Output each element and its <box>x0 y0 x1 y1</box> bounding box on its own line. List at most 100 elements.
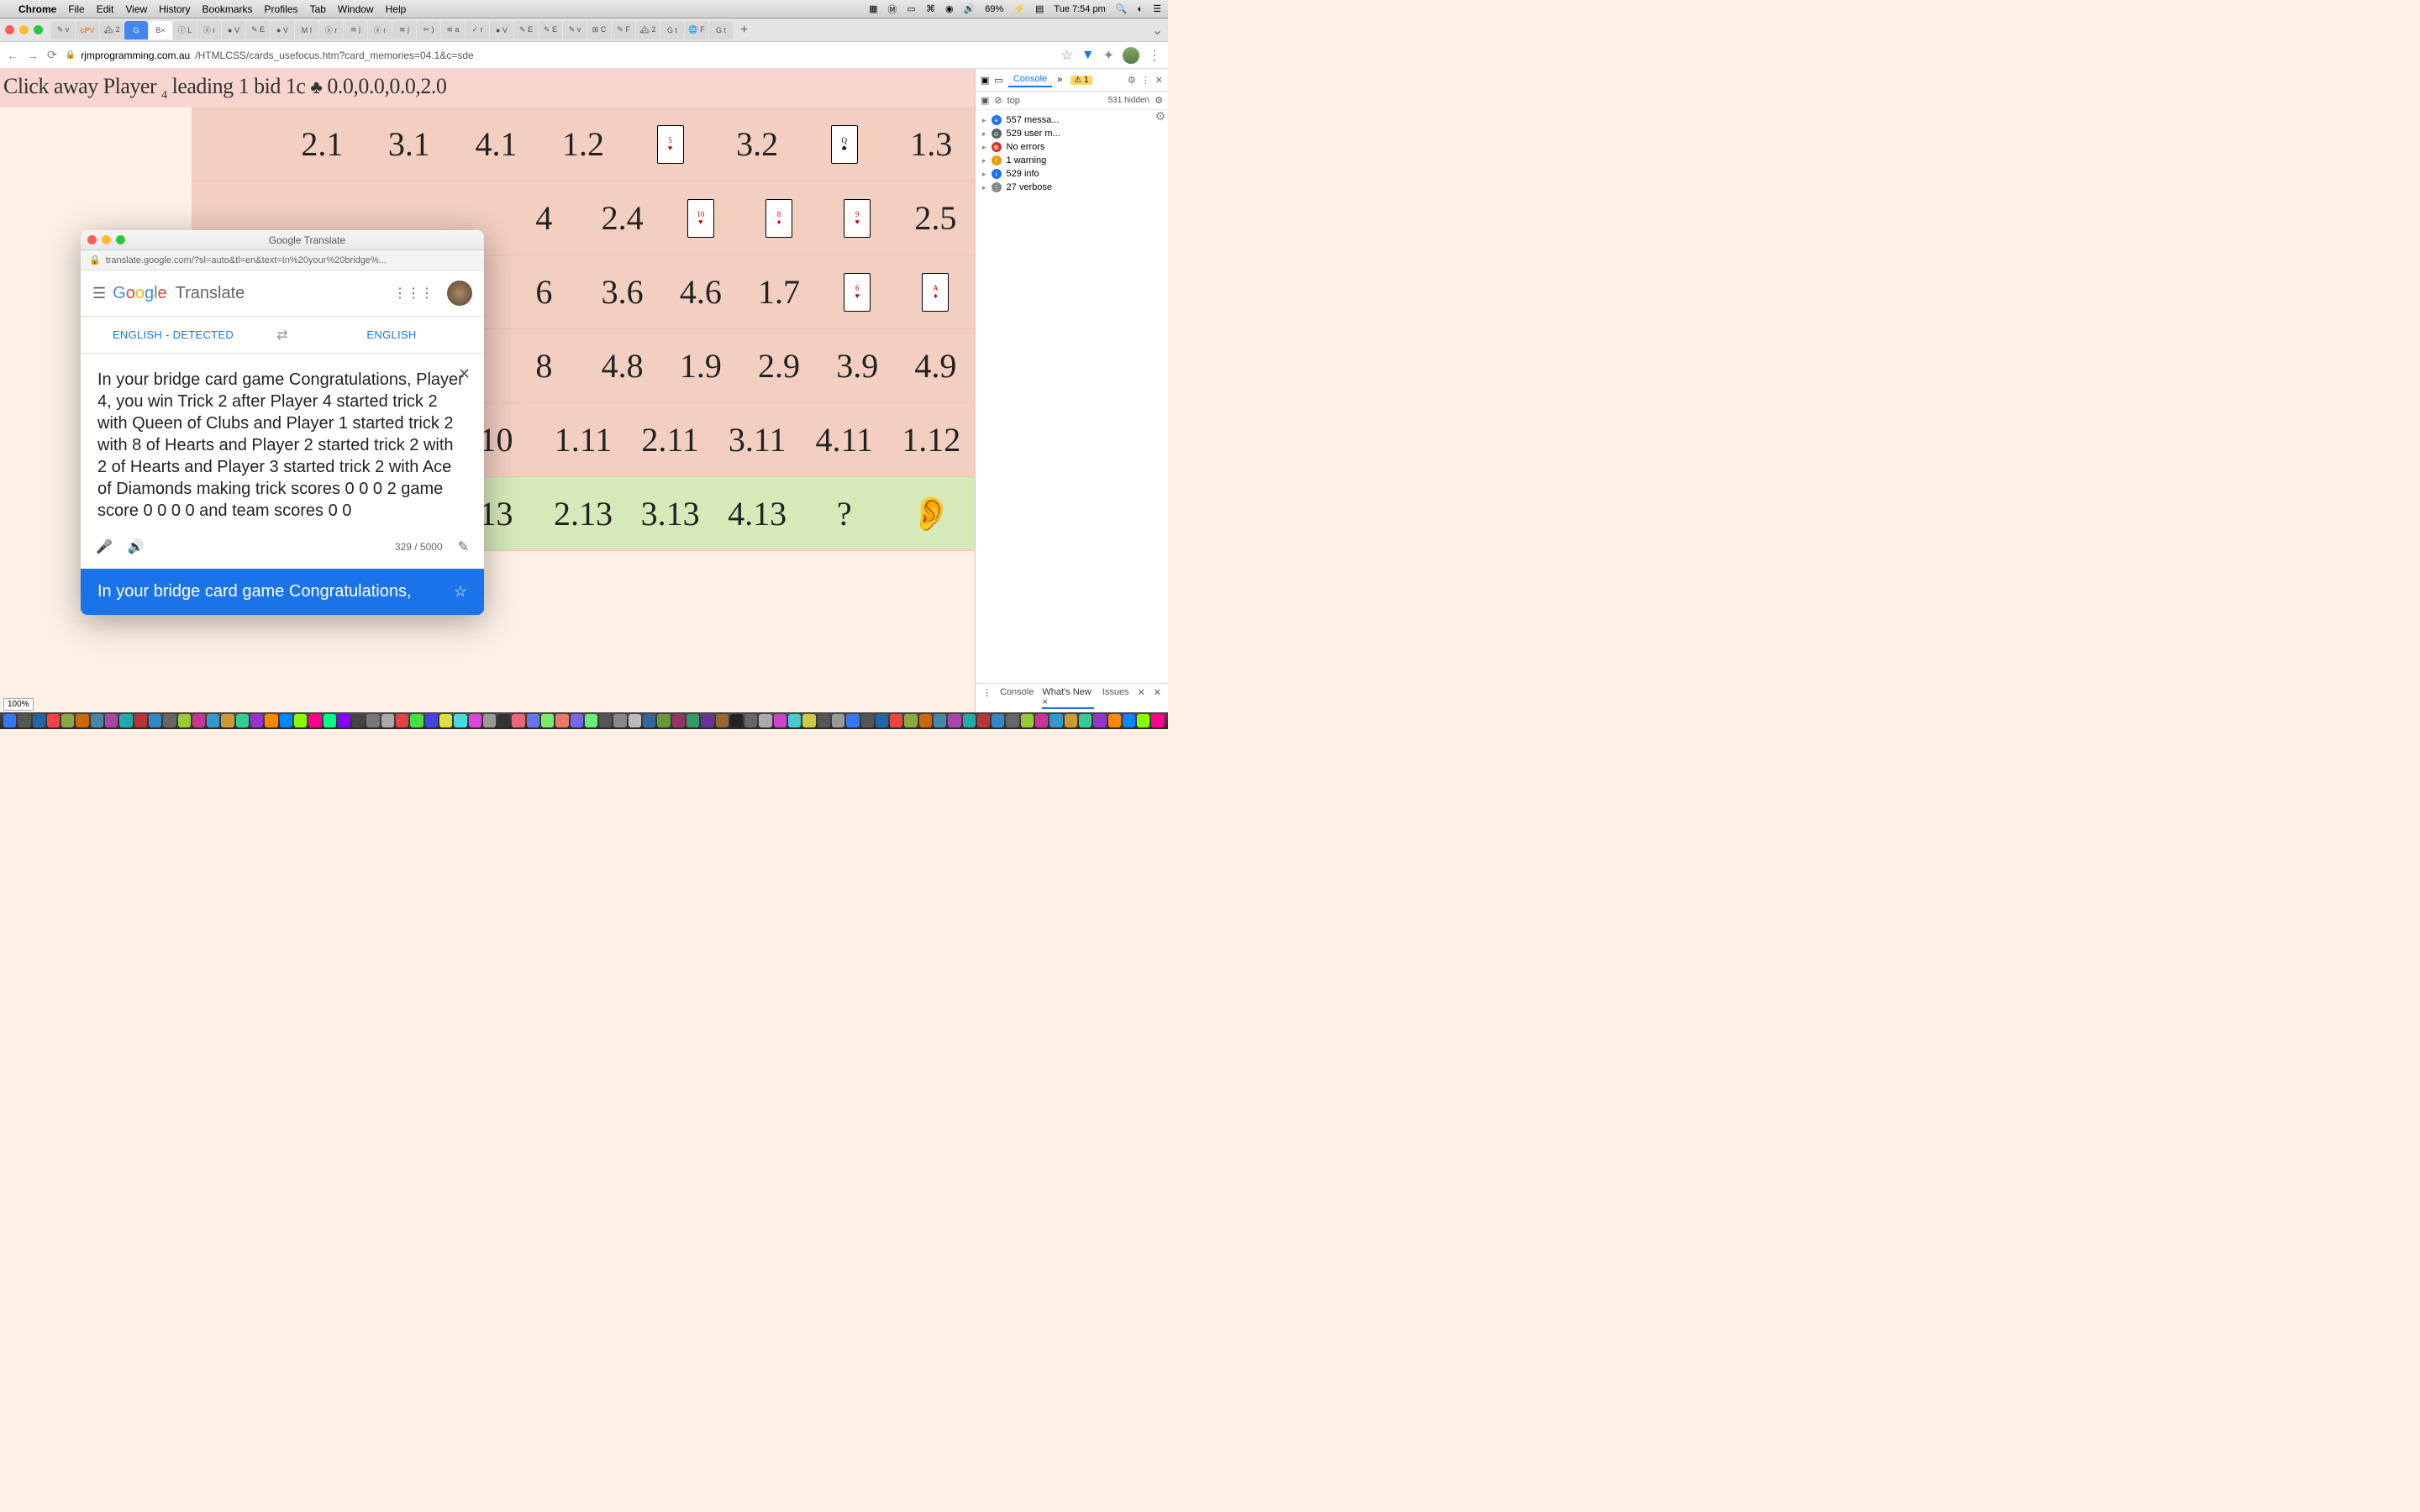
grid-cell[interactable]: 4.1 <box>453 124 540 164</box>
console-filter-row[interactable]: ▸☺529 user m... <box>976 127 1168 140</box>
grid-cell-value[interactable]: 3.13 <box>641 494 700 533</box>
dock-app-icon[interactable] <box>774 714 786 727</box>
grid-cell-value[interactable]: 2.5 <box>914 198 956 238</box>
grid-cell-value[interactable]: 4.6 <box>680 272 722 312</box>
device-icon[interactable]: ▭ <box>994 75 1002 86</box>
dock-app-icon[interactable] <box>308 714 321 727</box>
dock-app-icon[interactable] <box>469 714 481 727</box>
zoom-window[interactable] <box>34 25 43 34</box>
popup-close[interactable] <box>87 235 97 244</box>
browser-tab[interactable]: ✎ E <box>539 21 562 39</box>
grid-cell-value[interactable]: 1.2 <box>562 124 604 164</box>
grid-cell[interactable]: 8♦ <box>739 199 818 238</box>
grid-cell[interactable]: 2.9 <box>739 346 818 386</box>
dock-app-icon[interactable] <box>788 714 801 727</box>
dock-app-icon[interactable] <box>221 714 234 727</box>
browser-tab[interactable]: 🏔 2 <box>100 21 124 39</box>
dock-app-icon[interactable] <box>1137 714 1150 727</box>
browser-tab[interactable]: ✓ r <box>466 21 489 39</box>
grid-cell[interactable]: 4.6 <box>661 272 739 312</box>
grid-cell[interactable]: 3.1 <box>366 124 453 164</box>
browser-tab[interactable]: ✎ E <box>246 21 270 39</box>
dock-app-icon[interactable] <box>629 714 641 727</box>
menu-profiles[interactable]: Profiles <box>265 3 298 15</box>
grid-cell[interactable]: 3.13 <box>627 494 714 533</box>
dock-app-icon[interactable] <box>366 714 379 727</box>
dock-app-icon[interactable] <box>759 714 771 727</box>
menu-file[interactable]: File <box>68 3 84 15</box>
close-window[interactable] <box>5 25 14 34</box>
dock-app-icon[interactable] <box>1093 714 1106 727</box>
browser-tab[interactable]: 🏔 2 <box>636 21 660 39</box>
grid-cell[interactable]: 1.3 <box>888 124 976 164</box>
grid-cell[interactable]: 3.9 <box>818 346 897 386</box>
grid-cell-value[interactable]: 13 <box>479 494 513 533</box>
dock-app-icon[interactable] <box>919 714 932 727</box>
grid-cell-value[interactable]: 8 <box>535 346 552 386</box>
grid-cell[interactable]: 2.4 <box>583 198 661 238</box>
control-center-icon[interactable]: ☰ <box>1153 3 1161 14</box>
console-filter-row[interactable]: ▸⋮27 verbose <box>976 181 1168 194</box>
dock-app-icon[interactable] <box>396 714 408 727</box>
grid-cell-value[interactable]: 3.1 <box>388 124 430 164</box>
dock-app-icon[interactable] <box>105 714 118 727</box>
dock-app-icon[interactable] <box>61 714 74 727</box>
settings-icon[interactable]: ⚙ <box>1128 75 1136 86</box>
playing-card[interactable]: 9♥ <box>844 199 871 238</box>
source-language[interactable]: ENGLISH - DETECTED <box>81 317 266 353</box>
more-tabs-icon[interactable]: » <box>1057 75 1062 85</box>
pencil-icon[interactable]: ✎ <box>458 538 469 555</box>
dock-app-icon[interactable] <box>890 714 902 727</box>
grid-cell-value[interactable]: 4.8 <box>602 346 644 386</box>
context-selector[interactable]: top <box>1007 96 1020 106</box>
grid-cell-value[interactable]: 10 <box>479 420 513 459</box>
inspect-icon[interactable]: ▣ <box>981 75 989 86</box>
dock-app-icon[interactable] <box>1035 714 1048 727</box>
dock-app-icon[interactable] <box>1079 714 1092 727</box>
dock-app-icon[interactable] <box>599 714 612 727</box>
browser-tab[interactable]: ≋ j <box>344 21 367 39</box>
new-tab-button[interactable]: + <box>734 23 755 38</box>
grid-cell[interactable]: 5♥ <box>627 125 714 164</box>
grid-cell-value[interactable]: 4.13 <box>728 494 786 533</box>
dock-app-icon[interactable] <box>3 714 16 727</box>
dock-app-icon[interactable] <box>207 714 219 727</box>
browser-tab[interactable]: ≋ j <box>392 21 416 39</box>
console-tab[interactable]: Console <box>1008 72 1052 87</box>
browser-tab[interactable]: ⓐ r <box>319 21 343 39</box>
dock-app-icon[interactable] <box>1123 714 1135 727</box>
menu-view[interactable]: View <box>125 3 147 15</box>
dock-app-icon[interactable] <box>571 714 583 727</box>
close-devtools-icon[interactable]: ✕ <box>1155 75 1163 86</box>
back-button[interactable]: ← <box>7 49 18 62</box>
menu-edit[interactable]: Edit <box>97 3 114 15</box>
grid-cell[interactable]: 👂 <box>888 494 976 533</box>
browser-tab[interactable]: ● V <box>271 21 294 39</box>
menu-window[interactable]: Window <box>338 3 374 15</box>
dock-app-icon[interactable] <box>33 714 45 727</box>
browser-tab[interactable]: ⓐ r <box>368 21 392 39</box>
app-name[interactable]: Chrome <box>18 3 56 15</box>
browser-tab[interactable]: G <box>124 21 148 39</box>
dock-app-icon[interactable] <box>265 714 277 727</box>
grid-cell[interactable]: 3.6 <box>583 272 661 312</box>
browser-tab[interactable]: ● V <box>222 21 245 39</box>
browser-tab[interactable]: ✎ F <box>612 21 635 39</box>
dock-app-icon[interactable] <box>948 714 960 727</box>
dock-app-icon[interactable] <box>425 714 438 727</box>
menu-help[interactable]: Help <box>386 3 407 15</box>
dock-app-icon[interactable] <box>555 714 568 727</box>
console-settings-icon[interactable]: ⚙ <box>1155 95 1163 106</box>
dock-app-icon[interactable] <box>512 714 524 727</box>
grid-cell-value[interactable]: 3.2 <box>736 124 778 164</box>
browser-tab[interactable]: ✂ ) <box>417 21 440 39</box>
browser-tab[interactable]: ● V <box>490 21 513 39</box>
clear-console-icon[interactable]: ⊘ <box>994 95 1002 106</box>
dock-app-icon[interactable] <box>861 714 874 727</box>
grid-cell-value[interactable]: 4.1 <box>475 124 517 164</box>
grid-cell[interactable]: 8 <box>505 346 583 386</box>
grid-cell[interactable]: 4.11 <box>801 420 888 459</box>
dock-app-icon[interactable] <box>250 714 263 727</box>
dock-app-icon[interactable] <box>47 714 60 727</box>
spotlight-icon[interactable]: 🔍 <box>1116 3 1128 14</box>
